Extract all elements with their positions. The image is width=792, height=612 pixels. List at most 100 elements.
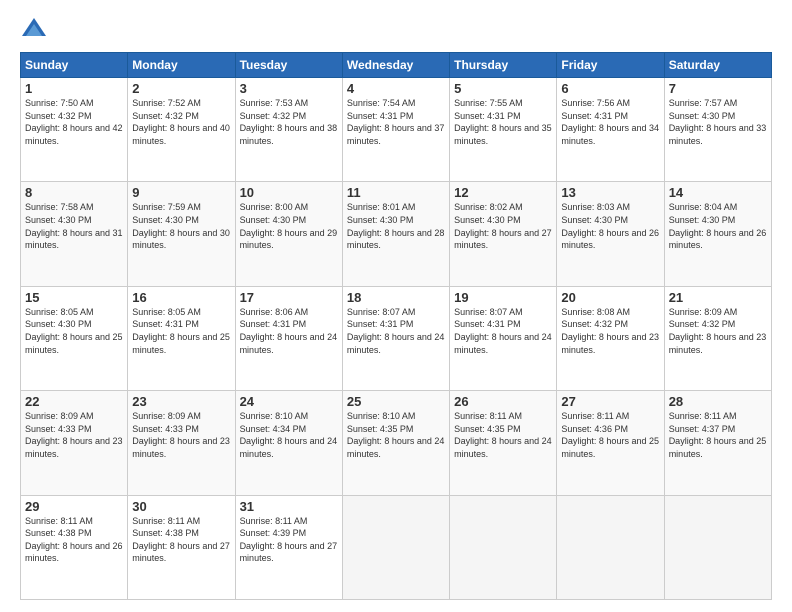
- day-number: 19: [454, 290, 552, 305]
- logo-icon: [20, 16, 48, 44]
- calendar-cell: 1 Sunrise: 7:50 AM Sunset: 4:32 PM Dayli…: [21, 78, 128, 182]
- day-number: 22: [25, 394, 123, 409]
- day-info: Sunrise: 8:07 AM Sunset: 4:31 PM Dayligh…: [454, 306, 552, 356]
- day-number: 4: [347, 81, 445, 96]
- calendar-week-row: 8 Sunrise: 7:58 AM Sunset: 4:30 PM Dayli…: [21, 182, 772, 286]
- day-info: Sunrise: 8:11 AM Sunset: 4:39 PM Dayligh…: [240, 515, 338, 565]
- calendar-cell: 7 Sunrise: 7:57 AM Sunset: 4:30 PM Dayli…: [664, 78, 771, 182]
- day-number: 11: [347, 185, 445, 200]
- calendar-cell: 16 Sunrise: 8:05 AM Sunset: 4:31 PM Dayl…: [128, 286, 235, 390]
- day-number: 8: [25, 185, 123, 200]
- day-number: 1: [25, 81, 123, 96]
- day-header-saturday: Saturday: [664, 53, 771, 78]
- day-number: 23: [132, 394, 230, 409]
- calendar-cell: 12 Sunrise: 8:02 AM Sunset: 4:30 PM Dayl…: [450, 182, 557, 286]
- day-number: 25: [347, 394, 445, 409]
- day-info: Sunrise: 7:55 AM Sunset: 4:31 PM Dayligh…: [454, 97, 552, 147]
- calendar-cell: 10 Sunrise: 8:00 AM Sunset: 4:30 PM Dayl…: [235, 182, 342, 286]
- day-info: Sunrise: 8:09 AM Sunset: 4:33 PM Dayligh…: [132, 410, 230, 460]
- day-number: 3: [240, 81, 338, 96]
- day-number: 10: [240, 185, 338, 200]
- day-header-friday: Friday: [557, 53, 664, 78]
- calendar-cell: 27 Sunrise: 8:11 AM Sunset: 4:36 PM Dayl…: [557, 391, 664, 495]
- day-number: 7: [669, 81, 767, 96]
- day-info: Sunrise: 7:56 AM Sunset: 4:31 PM Dayligh…: [561, 97, 659, 147]
- day-header-wednesday: Wednesday: [342, 53, 449, 78]
- day-number: 12: [454, 185, 552, 200]
- day-number: 30: [132, 499, 230, 514]
- day-number: 24: [240, 394, 338, 409]
- calendar-cell: 2 Sunrise: 7:52 AM Sunset: 4:32 PM Dayli…: [128, 78, 235, 182]
- day-number: 6: [561, 81, 659, 96]
- day-number: 5: [454, 81, 552, 96]
- day-number: 28: [669, 394, 767, 409]
- calendar-cell: 4 Sunrise: 7:54 AM Sunset: 4:31 PM Dayli…: [342, 78, 449, 182]
- day-info: Sunrise: 7:59 AM Sunset: 4:30 PM Dayligh…: [132, 201, 230, 251]
- calendar-table: SundayMondayTuesdayWednesdayThursdayFrid…: [20, 52, 772, 600]
- calendar-cell: [557, 495, 664, 599]
- day-info: Sunrise: 7:54 AM Sunset: 4:31 PM Dayligh…: [347, 97, 445, 147]
- day-number: 9: [132, 185, 230, 200]
- calendar-week-row: 15 Sunrise: 8:05 AM Sunset: 4:30 PM Dayl…: [21, 286, 772, 390]
- day-info: Sunrise: 8:11 AM Sunset: 4:35 PM Dayligh…: [454, 410, 552, 460]
- calendar-cell: 21 Sunrise: 8:09 AM Sunset: 4:32 PM Dayl…: [664, 286, 771, 390]
- calendar-cell: 14 Sunrise: 8:04 AM Sunset: 4:30 PM Dayl…: [664, 182, 771, 286]
- calendar-week-row: 1 Sunrise: 7:50 AM Sunset: 4:32 PM Dayli…: [21, 78, 772, 182]
- day-info: Sunrise: 8:11 AM Sunset: 4:36 PM Dayligh…: [561, 410, 659, 460]
- day-info: Sunrise: 8:07 AM Sunset: 4:31 PM Dayligh…: [347, 306, 445, 356]
- calendar-cell: 24 Sunrise: 8:10 AM Sunset: 4:34 PM Dayl…: [235, 391, 342, 495]
- logo: [20, 16, 52, 44]
- day-header-tuesday: Tuesday: [235, 53, 342, 78]
- day-info: Sunrise: 8:02 AM Sunset: 4:30 PM Dayligh…: [454, 201, 552, 251]
- day-info: Sunrise: 8:05 AM Sunset: 4:30 PM Dayligh…: [25, 306, 123, 356]
- calendar-cell: 26 Sunrise: 8:11 AM Sunset: 4:35 PM Dayl…: [450, 391, 557, 495]
- day-number: 21: [669, 290, 767, 305]
- calendar-cell: 23 Sunrise: 8:09 AM Sunset: 4:33 PM Dayl…: [128, 391, 235, 495]
- day-number: 14: [669, 185, 767, 200]
- day-header-sunday: Sunday: [21, 53, 128, 78]
- day-number: 29: [25, 499, 123, 514]
- calendar-cell: 5 Sunrise: 7:55 AM Sunset: 4:31 PM Dayli…: [450, 78, 557, 182]
- day-number: 27: [561, 394, 659, 409]
- calendar-header-row: SundayMondayTuesdayWednesdayThursdayFrid…: [21, 53, 772, 78]
- calendar-cell: 25 Sunrise: 8:10 AM Sunset: 4:35 PM Dayl…: [342, 391, 449, 495]
- day-number: 20: [561, 290, 659, 305]
- day-info: Sunrise: 8:09 AM Sunset: 4:32 PM Dayligh…: [669, 306, 767, 356]
- day-number: 26: [454, 394, 552, 409]
- header: [20, 16, 772, 44]
- day-info: Sunrise: 7:57 AM Sunset: 4:30 PM Dayligh…: [669, 97, 767, 147]
- day-info: Sunrise: 8:09 AM Sunset: 4:33 PM Dayligh…: [25, 410, 123, 460]
- day-info: Sunrise: 8:01 AM Sunset: 4:30 PM Dayligh…: [347, 201, 445, 251]
- calendar-cell: [342, 495, 449, 599]
- calendar-cell: 13 Sunrise: 8:03 AM Sunset: 4:30 PM Dayl…: [557, 182, 664, 286]
- calendar-cell: [450, 495, 557, 599]
- day-info: Sunrise: 8:08 AM Sunset: 4:32 PM Dayligh…: [561, 306, 659, 356]
- day-info: Sunrise: 8:11 AM Sunset: 4:38 PM Dayligh…: [25, 515, 123, 565]
- calendar-cell: 18 Sunrise: 8:07 AM Sunset: 4:31 PM Dayl…: [342, 286, 449, 390]
- calendar-cell: 15 Sunrise: 8:05 AM Sunset: 4:30 PM Dayl…: [21, 286, 128, 390]
- calendar-cell: 9 Sunrise: 7:59 AM Sunset: 4:30 PM Dayli…: [128, 182, 235, 286]
- calendar-cell: [664, 495, 771, 599]
- day-info: Sunrise: 7:53 AM Sunset: 4:32 PM Dayligh…: [240, 97, 338, 147]
- page: SundayMondayTuesdayWednesdayThursdayFrid…: [0, 0, 792, 612]
- day-info: Sunrise: 8:10 AM Sunset: 4:34 PM Dayligh…: [240, 410, 338, 460]
- day-number: 15: [25, 290, 123, 305]
- calendar-cell: 3 Sunrise: 7:53 AM Sunset: 4:32 PM Dayli…: [235, 78, 342, 182]
- day-header-thursday: Thursday: [450, 53, 557, 78]
- calendar-week-row: 29 Sunrise: 8:11 AM Sunset: 4:38 PM Dayl…: [21, 495, 772, 599]
- calendar-week-row: 22 Sunrise: 8:09 AM Sunset: 4:33 PM Dayl…: [21, 391, 772, 495]
- day-info: Sunrise: 8:00 AM Sunset: 4:30 PM Dayligh…: [240, 201, 338, 251]
- day-info: Sunrise: 7:50 AM Sunset: 4:32 PM Dayligh…: [25, 97, 123, 147]
- day-info: Sunrise: 8:10 AM Sunset: 4:35 PM Dayligh…: [347, 410, 445, 460]
- day-header-monday: Monday: [128, 53, 235, 78]
- day-number: 13: [561, 185, 659, 200]
- day-info: Sunrise: 8:06 AM Sunset: 4:31 PM Dayligh…: [240, 306, 338, 356]
- calendar-cell: 11 Sunrise: 8:01 AM Sunset: 4:30 PM Dayl…: [342, 182, 449, 286]
- calendar-cell: 20 Sunrise: 8:08 AM Sunset: 4:32 PM Dayl…: [557, 286, 664, 390]
- calendar-cell: 6 Sunrise: 7:56 AM Sunset: 4:31 PM Dayli…: [557, 78, 664, 182]
- calendar-cell: 29 Sunrise: 8:11 AM Sunset: 4:38 PM Dayl…: [21, 495, 128, 599]
- calendar-cell: 30 Sunrise: 8:11 AM Sunset: 4:38 PM Dayl…: [128, 495, 235, 599]
- day-number: 2: [132, 81, 230, 96]
- calendar-cell: 22 Sunrise: 8:09 AM Sunset: 4:33 PM Dayl…: [21, 391, 128, 495]
- calendar-cell: 28 Sunrise: 8:11 AM Sunset: 4:37 PM Dayl…: [664, 391, 771, 495]
